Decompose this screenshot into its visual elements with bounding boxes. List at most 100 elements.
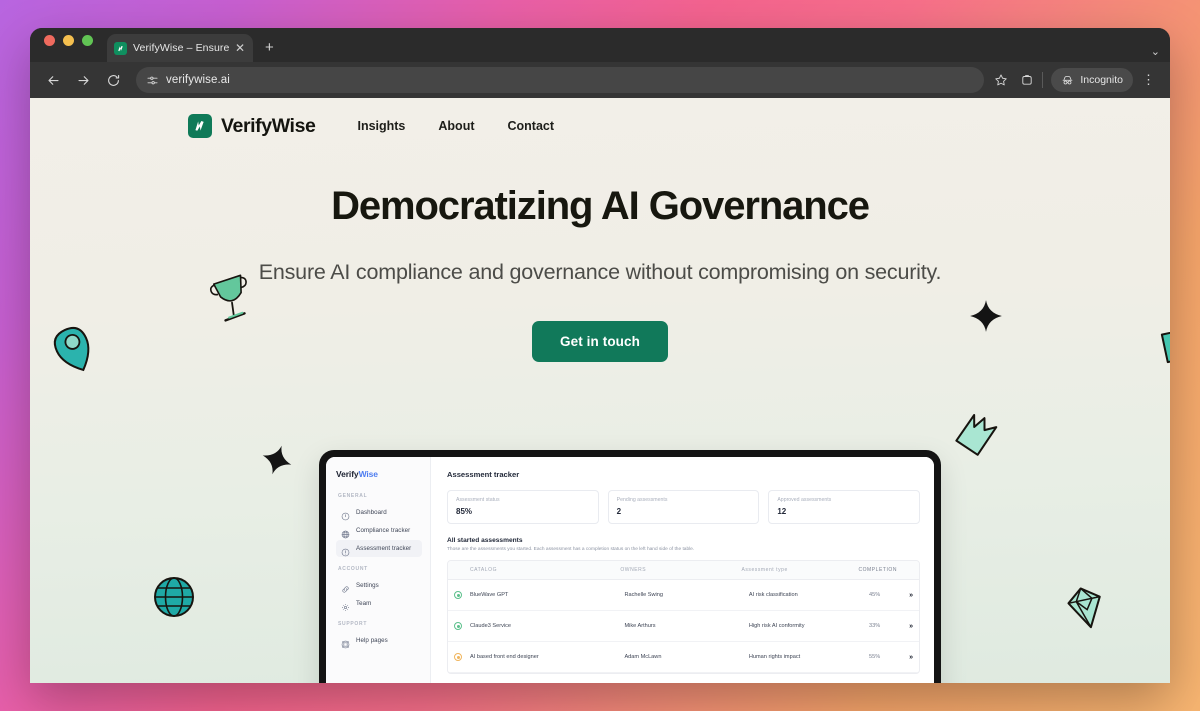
get-in-touch-button[interactable]: Get in touch xyxy=(532,321,668,363)
hero-subheading: Ensure AI compliance and governance with… xyxy=(258,260,942,284)
stat-card-approved-assessments: Approved assessments 12 xyxy=(768,490,921,524)
row-expand-icon[interactable]: » xyxy=(897,654,913,661)
link-icon xyxy=(341,581,350,593)
stat-card-pending-assessments: Pending assessments 2 xyxy=(607,490,760,524)
url-text: verifywise.ai xyxy=(166,74,230,86)
sidebar-item-settings[interactable]: Settings xyxy=(336,577,422,594)
status-badge xyxy=(454,622,470,630)
table-header-assessment-type: Assessment type xyxy=(741,567,788,573)
stat-label: Approved assessments xyxy=(777,497,832,503)
extensions-icon[interactable] xyxy=(1020,73,1034,87)
cell-assessment-type: High risk AI conformity xyxy=(748,623,805,629)
dashboard-logo: VerifyWise xyxy=(336,469,422,479)
gear-icon xyxy=(341,599,350,611)
status-badge xyxy=(454,591,470,599)
sidebar-item-dashboard[interactable]: Dashboard xyxy=(336,504,422,521)
table-header-status xyxy=(454,567,470,573)
sparkle-sticker-left xyxy=(262,445,292,475)
new-tab-button[interactable]: + xyxy=(265,39,274,62)
assessments-table: CATALOG OWNERS Assessment type COMPLETIO… xyxy=(447,560,920,674)
cell-completion: 45% xyxy=(869,592,881,598)
back-button[interactable] xyxy=(40,67,66,93)
sidebar-item-label: Help pages xyxy=(356,637,388,644)
stat-label: Assessment status xyxy=(456,497,500,503)
sidebar-item-label: Assessment tracker xyxy=(356,545,412,552)
incognito-label: Incognito xyxy=(1080,74,1123,86)
sidebar-item-label: Settings xyxy=(356,582,379,589)
cell-owner: Adam McLawn xyxy=(624,654,662,660)
nav-link-insights[interactable]: Insights xyxy=(357,119,405,133)
cell-catalog: Claude3 Service xyxy=(470,623,512,629)
row-expand-icon[interactable]: » xyxy=(897,623,913,630)
dashboard-icon xyxy=(341,508,350,521)
close-tab-button[interactable]: ✕ xyxy=(235,42,246,54)
stat-value: 2 xyxy=(616,507,622,516)
stat-value: 12 xyxy=(777,507,787,516)
sidebar-item-assessment-tracker[interactable]: Assessment tracker xyxy=(336,540,422,557)
hero-section: Democratizing AI Governance Ensure AI co… xyxy=(30,184,1170,363)
reload-button[interactable] xyxy=(100,67,126,93)
sidebar-item-team[interactable]: Team xyxy=(336,595,422,612)
table-row[interactable]: BlueWave GPT Rachelle Swing AI risk clas… xyxy=(448,580,919,611)
brand-name: VerifyWise xyxy=(221,114,316,137)
arrow-sticker xyxy=(955,413,998,456)
tab-strip: VerifyWise – Ensure AI compl ✕ + ⌄ xyxy=(30,28,1170,62)
dashboard-logo-accent: Wise xyxy=(358,469,378,479)
cell-assessment-type: Human rights impact xyxy=(748,654,801,660)
sidebar-item-compliance-tracker[interactable]: Compliance tracker xyxy=(336,522,422,539)
browser-toolbar: verifywise.ai Incognito ⋮ xyxy=(30,62,1170,98)
nav-link-about[interactable]: About xyxy=(438,119,474,133)
table-row[interactable]: Claude3 Service Mike Arthurs High risk A… xyxy=(448,611,919,642)
stat-value: 85% xyxy=(456,507,473,516)
section-subtitle: Those are the assessments you started. E… xyxy=(447,547,695,552)
star-icon[interactable] xyxy=(994,73,1008,87)
sidebar-item-label: Team xyxy=(356,600,372,607)
verifywise-logo-icon xyxy=(114,41,127,55)
window-controls xyxy=(44,28,93,62)
cell-catalog: BlueWave GPT xyxy=(470,592,509,598)
globe-sticker xyxy=(154,577,194,617)
tune-icon[interactable] xyxy=(146,74,159,87)
cell-catalog: AI based front end designer xyxy=(470,654,539,660)
assessment-icon xyxy=(341,544,350,557)
address-bar[interactable]: verifywise.ai xyxy=(136,67,985,93)
dashboard-sidebar: VerifyWise GENERAL Dashboard Compliance xyxy=(326,457,431,683)
browser-window: VerifyWise – Ensure AI compl ✕ + ⌄ verif… xyxy=(30,28,1170,683)
minimize-window-button[interactable] xyxy=(63,34,74,46)
stat-cards: Assessment status 85% Pending assessment… xyxy=(447,490,921,524)
product-screenshot-device: VerifyWise GENERAL Dashboard Compliance xyxy=(319,450,941,683)
dashboard-main: Assessment tracker Assessment status 85%… xyxy=(431,457,934,683)
toolbar-divider xyxy=(1042,72,1044,88)
brand[interactable]: VerifyWise xyxy=(188,114,316,138)
forward-button[interactable] xyxy=(70,67,96,93)
incognito-indicator[interactable]: Incognito xyxy=(1051,68,1133,92)
cell-owner: Mike Arthurs xyxy=(624,623,656,629)
cell-completion: 55% xyxy=(869,654,881,660)
dashboard-screen: VerifyWise GENERAL Dashboard Compliance xyxy=(326,457,934,683)
maximize-window-button[interactable] xyxy=(82,34,93,46)
sidebar-item-label: Dashboard xyxy=(356,509,387,516)
browser-menu-button[interactable]: ⋮ xyxy=(1137,72,1160,88)
diamond-sticker xyxy=(1067,587,1101,629)
verifywise-logo-icon xyxy=(188,114,212,138)
globe-icon xyxy=(341,526,350,539)
section-title: All started assessments xyxy=(447,537,523,544)
stat-card-assessment-status: Assessment status 85% xyxy=(447,490,599,524)
tab-title: VerifyWise – Ensure AI compl xyxy=(133,42,229,54)
table-row[interactable]: AI based front end designer Adam McLawn … xyxy=(448,642,919,673)
site-navigation: VerifyWise Insights About Contact xyxy=(30,98,1170,138)
row-expand-icon[interactable]: » xyxy=(897,592,913,599)
tab-list-menu-icon[interactable]: ⌄ xyxy=(1151,45,1160,58)
table-header-completion: COMPLETION xyxy=(858,567,897,573)
browser-tab[interactable]: VerifyWise – Ensure AI compl ✕ xyxy=(107,34,253,62)
sidebar-item-help-pages[interactable]: Help pages xyxy=(336,632,422,649)
page-viewport: VerifyWise Insights About Contact Democr… xyxy=(30,98,1170,683)
dashboard-logo-primary: Verify xyxy=(336,469,359,479)
close-window-button[interactable] xyxy=(44,34,55,46)
sidebar-item-label: Compliance tracker xyxy=(356,527,411,534)
table-header-owners: OWNERS xyxy=(620,567,647,573)
sidebar-group-account: ACCOUNT xyxy=(338,566,368,572)
cell-owner: Rachelle Swing xyxy=(624,592,664,598)
stat-label: Pending assessments xyxy=(616,497,668,503)
nav-link-contact[interactable]: Contact xyxy=(508,119,555,133)
